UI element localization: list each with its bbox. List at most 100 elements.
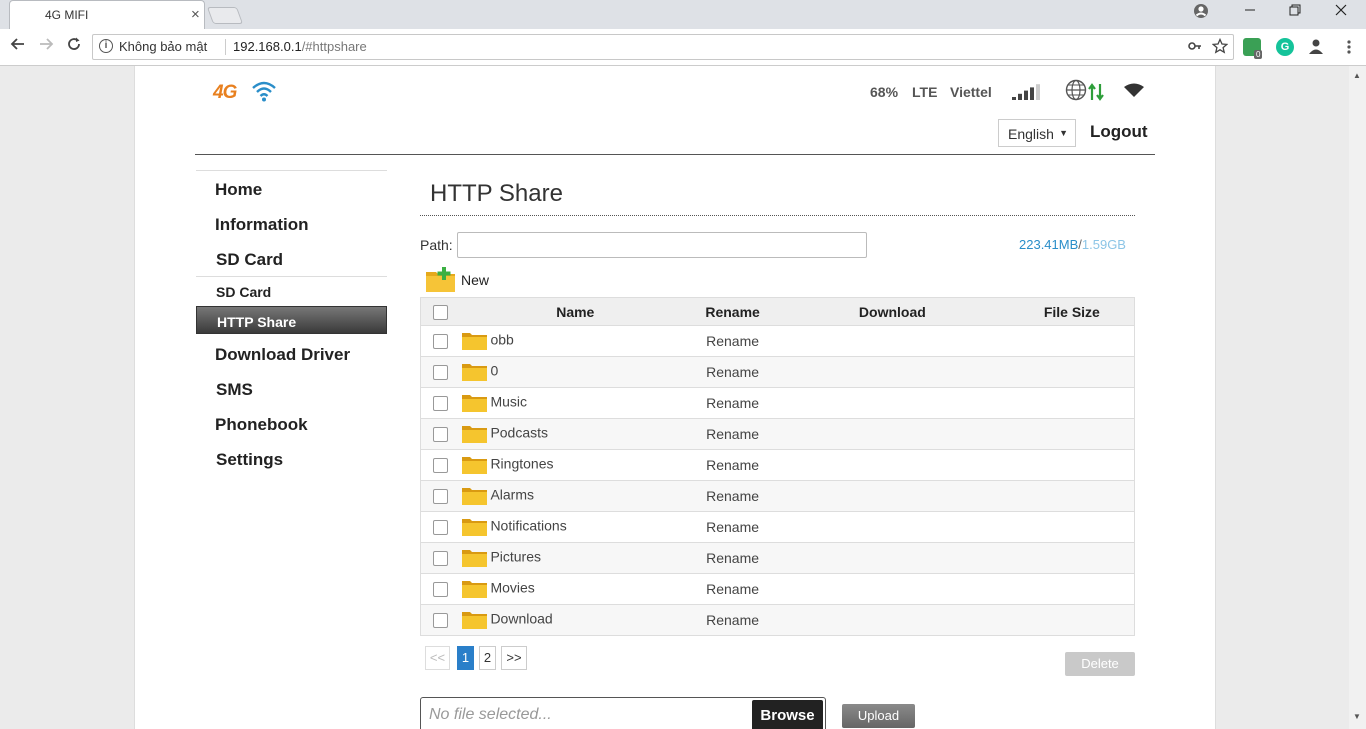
new-folder-label[interactable]: New xyxy=(461,272,489,288)
rename-link[interactable]: Rename xyxy=(690,542,776,574)
sidebar-item-information[interactable]: Information xyxy=(215,215,309,235)
pager-next-button[interactable]: >> xyxy=(501,646,527,670)
key-icon[interactable] xyxy=(1187,38,1203,57)
sidebar-item-home[interactable]: Home xyxy=(215,180,262,200)
browser-tab[interactable]: 4G MIFI × xyxy=(9,0,205,30)
file-name-link[interactable]: Podcasts xyxy=(490,425,548,441)
page-container: 4G 68% LTE Viettel English ▼ Logout Home… xyxy=(134,66,1216,729)
row-checkbox[interactable] xyxy=(433,427,449,443)
file-row[interactable]: Download Rename xyxy=(420,604,1135,636)
logout-link[interactable]: Logout xyxy=(1090,122,1148,142)
row-checkbox[interactable] xyxy=(433,396,449,412)
back-icon[interactable] xyxy=(8,36,28,57)
download-cell xyxy=(775,542,1010,574)
browse-button[interactable]: Browse xyxy=(752,700,823,729)
folder-icon[interactable] xyxy=(461,486,488,506)
folder-icon[interactable] xyxy=(461,548,488,568)
folder-icon[interactable] xyxy=(461,331,488,351)
sidebar-subitem-sd-card[interactable]: SD Card xyxy=(196,276,387,304)
bookmark-star-icon[interactable] xyxy=(1211,37,1229,57)
row-checkbox[interactable] xyxy=(433,582,449,598)
path-input[interactable] xyxy=(457,232,867,258)
file-chooser[interactable]: No file selected... Browse xyxy=(420,697,826,729)
rename-link[interactable]: Rename xyxy=(690,480,776,512)
security-label[interactable]: Không bảo mật xyxy=(119,39,207,54)
pager-page-1[interactable]: 1 xyxy=(457,646,474,670)
file-row[interactable]: Alarms Rename xyxy=(420,480,1135,512)
folder-icon[interactable] xyxy=(461,424,488,444)
rename-link[interactable]: Rename xyxy=(690,418,776,450)
row-checkbox[interactable] xyxy=(433,365,449,381)
file-name-link[interactable]: Pictures xyxy=(490,549,541,565)
file-row[interactable]: 0 Rename xyxy=(420,356,1135,388)
file-row[interactable]: Ringtones Rename xyxy=(420,449,1135,481)
file-name-link[interactable]: Download xyxy=(490,611,552,627)
file-row[interactable]: Podcasts Rename xyxy=(420,418,1135,450)
sidebar-item-sms[interactable]: SMS xyxy=(216,380,253,400)
rename-link[interactable]: Rename xyxy=(690,511,776,543)
sidebar-subitem-http-share[interactable]: HTTP Share xyxy=(196,306,387,334)
file-row[interactable]: obb Rename xyxy=(420,325,1135,357)
select-all-checkbox[interactable] xyxy=(433,304,449,320)
forward-icon[interactable] xyxy=(36,36,56,57)
sidebar-item-settings[interactable]: Settings xyxy=(216,450,283,470)
rename-link[interactable]: Rename xyxy=(690,604,776,636)
menu-icon[interactable] xyxy=(1340,38,1358,56)
file-name-link[interactable]: 0 xyxy=(490,363,498,379)
scroll-up-icon[interactable]: ▲ xyxy=(1353,71,1361,80)
minimize-icon[interactable] xyxy=(1238,3,1262,23)
folder-icon[interactable] xyxy=(461,610,488,630)
file-row[interactable]: Movies Rename xyxy=(420,573,1135,605)
rename-link[interactable]: Rename xyxy=(690,325,776,357)
file-name-link[interactable]: Music xyxy=(490,394,527,410)
column-header-name[interactable]: Name xyxy=(460,297,691,326)
new-tab-button[interactable] xyxy=(206,7,244,24)
row-checkbox[interactable] xyxy=(433,551,449,567)
extension-user-icon[interactable] xyxy=(1307,37,1325,55)
grammarly-icon[interactable]: G xyxy=(1276,38,1294,56)
row-checkbox[interactable] xyxy=(433,520,449,536)
folder-icon[interactable] xyxy=(461,455,488,475)
sidebar-item-sd-card[interactable]: SD Card xyxy=(216,250,283,270)
delete-button[interactable]: Delete xyxy=(1065,652,1135,676)
pager-prev-button[interactable]: << xyxy=(425,646,450,670)
page-scrollbar[interactable]: ▲ ▼ xyxy=(1349,66,1366,729)
header-divider xyxy=(195,154,1155,155)
language-select[interactable]: English ▼ xyxy=(998,119,1076,147)
folder-icon[interactable] xyxy=(461,579,488,599)
rename-link[interactable]: Rename xyxy=(690,356,776,388)
new-folder-icon[interactable] xyxy=(425,265,457,293)
file-row[interactable]: Music Rename xyxy=(420,387,1135,419)
address-bar[interactable]: i Không bảo mật 192.168.0.1/#httpshare xyxy=(92,34,1234,60)
info-icon[interactable]: i xyxy=(99,39,113,53)
upload-button[interactable]: Upload xyxy=(842,704,915,728)
sidebar-item-phonebook[interactable]: Phonebook xyxy=(215,415,308,435)
tab-close-icon[interactable]: × xyxy=(191,6,200,23)
profile-icon[interactable] xyxy=(1189,3,1213,23)
pager-page-2[interactable]: 2 xyxy=(479,646,496,670)
folder-icon[interactable] xyxy=(461,393,488,413)
row-checkbox[interactable] xyxy=(433,334,449,350)
file-row[interactable]: Pictures Rename xyxy=(420,542,1135,574)
folder-icon[interactable] xyxy=(461,362,488,382)
reload-icon[interactable] xyxy=(64,36,84,57)
file-name-link[interactable]: obb xyxy=(490,332,513,348)
scroll-down-icon[interactable]: ▼ xyxy=(1353,712,1361,721)
folder-icon[interactable] xyxy=(461,517,488,537)
restore-icon[interactable] xyxy=(1283,3,1307,23)
rename-link[interactable]: Rename xyxy=(690,387,776,419)
file-name-link[interactable]: Notifications xyxy=(490,518,566,534)
rename-link[interactable]: Rename xyxy=(690,573,776,605)
row-checkbox[interactable] xyxy=(433,489,449,505)
close-window-icon[interactable] xyxy=(1329,3,1353,23)
rename-link[interactable]: Rename xyxy=(690,449,776,481)
file-size-cell xyxy=(1009,542,1135,574)
file-name-link[interactable]: Ringtones xyxy=(490,456,553,472)
row-checkbox[interactable] xyxy=(433,458,449,474)
sidebar-item-download-driver[interactable]: Download Driver xyxy=(215,345,350,365)
url-text[interactable]: 192.168.0.1/#httpshare xyxy=(233,39,367,54)
file-name-link[interactable]: Alarms xyxy=(490,487,534,503)
row-checkbox[interactable] xyxy=(433,613,449,629)
file-name-link[interactable]: Movies xyxy=(490,580,534,596)
file-row[interactable]: Notifications Rename xyxy=(420,511,1135,543)
